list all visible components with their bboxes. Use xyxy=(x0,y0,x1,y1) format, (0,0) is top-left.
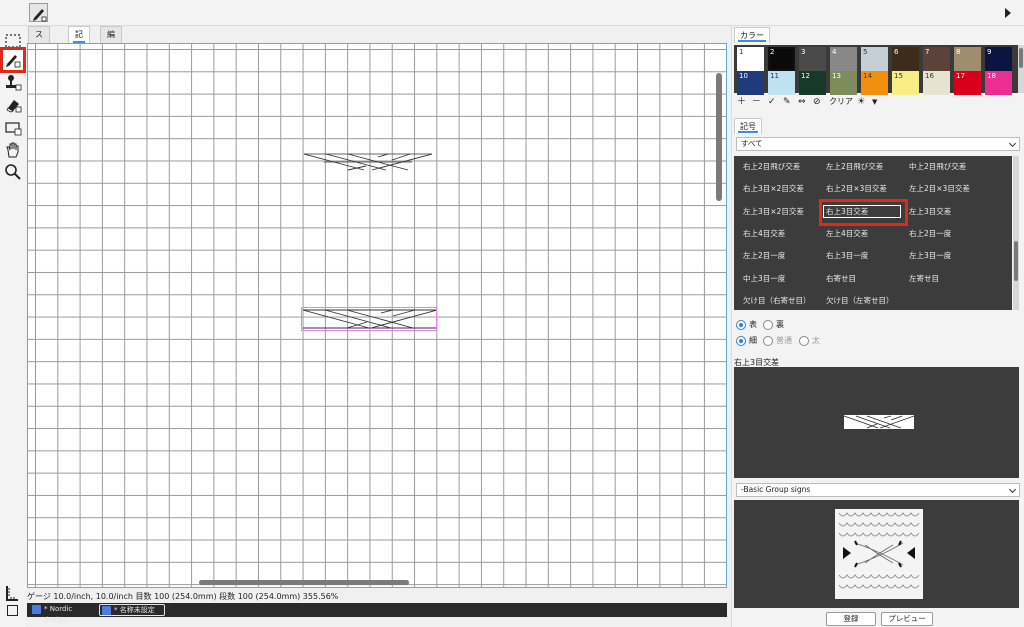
collapse-arrow-icon[interactable] xyxy=(1005,8,1011,18)
symbol-list-item[interactable]: 欠け目（左寄せ目） xyxy=(826,295,894,306)
palette-scrollbar[interactable] xyxy=(1018,45,1024,93)
color-swatch[interactable]: 9 xyxy=(985,47,1012,71)
selected-symbol-highlight xyxy=(819,199,908,226)
color-swatch[interactable]: 13 xyxy=(830,71,857,95)
color-swatch[interactable]: 18 xyxy=(985,71,1012,95)
color-swatch[interactable]: 8 xyxy=(954,47,981,71)
color-swatch[interactable]: 12 xyxy=(799,71,826,95)
radio-face-back[interactable] xyxy=(763,320,773,330)
swap-arrows-icon[interactable]: ⇔ xyxy=(798,96,806,108)
stamp-tool-icon[interactable] xyxy=(3,73,23,93)
chevron-down-icon xyxy=(1008,139,1017,148)
symbol-list-item[interactable]: 左上4目交差 xyxy=(826,228,868,239)
zoom-search-icon[interactable] xyxy=(3,162,23,182)
symbol-list-item[interactable]: 左寄せ目 xyxy=(909,273,939,284)
symbol-list-item[interactable]: 左上2目一度 xyxy=(743,250,785,261)
rectangle-select-icon[interactable] xyxy=(3,31,23,51)
tab-symbol[interactable]: 記号 xyxy=(68,26,90,55)
face-radio-group: 表 裏 xyxy=(736,319,836,331)
document-tab-untitled[interactable]: * 名称未設定 xyxy=(99,604,165,616)
canvas-vertical-scrollbar[interactable] xyxy=(716,73,722,201)
gauge-ruler-icon[interactable] xyxy=(5,585,19,601)
color-swatch[interactable]: 2 xyxy=(768,47,795,71)
color-swatch[interactable]: 3 xyxy=(799,47,826,71)
symbol-list-item[interactable]: 左上2目飛び交差 xyxy=(826,161,883,172)
symbol-list: 右上2目飛び交差 左上2目飛び交差 中上2目飛び交差右上3目×2目交差 右上2目×3目… xyxy=(734,156,1012,310)
canvas-horizontal-scrollbar[interactable] xyxy=(199,580,409,585)
symbol-list-item[interactable]: 右寄せ目 xyxy=(826,273,856,284)
frame-square-icon[interactable] xyxy=(7,605,18,616)
chevron-down-icon xyxy=(1008,485,1017,494)
document-tabs: * Nordic design... * 名称未設定 xyxy=(27,603,727,624)
radio-width-thin[interactable] xyxy=(736,336,746,346)
remove-color-icon[interactable]: － xyxy=(752,96,761,108)
symbol-list-item[interactable]: 左上3目一度 xyxy=(909,250,951,261)
symbol-list-item[interactable]: 右上4目交差 xyxy=(743,228,785,239)
brightness-icon[interactable]: ☀ xyxy=(857,96,865,108)
color-swatch[interactable]: 16 xyxy=(923,71,950,95)
tool-palette xyxy=(0,26,26,627)
fill-area-tool-icon[interactable] xyxy=(3,118,23,138)
document-icon xyxy=(32,605,41,614)
tab-symbol-list[interactable]: 記号 xyxy=(734,118,762,134)
symbol-preview xyxy=(734,367,1019,478)
tab-knitted[interactable]: 編み上げ xyxy=(100,26,122,87)
eraser-tool-icon[interactable] xyxy=(3,95,23,115)
status-bar: ゲージ 10.0/inch, 10.0/inch 目数 100 (254.0mm… xyxy=(27,592,339,601)
knitted-preview xyxy=(734,500,1019,608)
preview-button[interactable]: プレビュー xyxy=(881,612,933,626)
tab-color[interactable]: カラー xyxy=(734,27,770,43)
symbol-list-scrollbar[interactable] xyxy=(1013,156,1019,310)
color-swatch[interactable]: 11 xyxy=(768,71,795,95)
pencil-tool-icon[interactable] xyxy=(0,47,26,73)
symbol-list-item[interactable]: 右上3目一度 xyxy=(826,250,868,261)
radio-width-thick[interactable] xyxy=(799,336,809,346)
color-palette: 1 2 3 4 5 6 7 8 9 10 11 12 13 14 15 16 17 18 xyxy=(734,45,1018,95)
knitted-stitch-image xyxy=(835,509,923,599)
symbol-list-item[interactable]: 右上3目×2目交差 xyxy=(743,183,804,194)
symbol-list-item[interactable]: 左上2目×3目交差 xyxy=(909,183,970,194)
placed-symbol-selection[interactable] xyxy=(301,307,437,331)
radio-width-normal[interactable] xyxy=(763,336,773,346)
symbol-group-select[interactable]: -Basic Group signs xyxy=(736,483,1020,497)
symbol-list-item[interactable]: 中上2目飛び交差 xyxy=(909,161,966,172)
top-toolbar xyxy=(0,0,1024,26)
symbol-list-item[interactable]: 欠け目（右寄せ目） xyxy=(743,295,811,306)
color-swatch[interactable]: 17 xyxy=(954,71,981,95)
check-icon[interactable]: ✓ xyxy=(768,96,776,108)
symbol-list-item[interactable]: 右上2目一度 xyxy=(909,228,951,239)
document-tab-nordic[interactable]: * Nordic design... xyxy=(30,604,98,624)
register-button[interactable]: 登録 xyxy=(826,612,876,626)
document-icon xyxy=(102,606,111,615)
cable-symbol-preview xyxy=(304,153,432,171)
color-swatch[interactable]: 15 xyxy=(892,71,919,95)
color-swatch[interactable]: 5 xyxy=(861,47,888,71)
hand-tool-icon[interactable] xyxy=(3,140,23,160)
color-swatch[interactable]: 4 xyxy=(830,47,857,71)
line-width-radio-group: 細 普通 太 xyxy=(736,335,856,347)
add-color-icon[interactable]: ＋ xyxy=(737,96,746,108)
edit-pencil-icon[interactable]: ✎ xyxy=(783,96,791,108)
clear-button[interactable]: クリア xyxy=(829,96,853,108)
symbol-list-item[interactable]: 左上3目交差 xyxy=(909,206,951,217)
color-swatch[interactable]: 1 xyxy=(737,47,764,71)
color-swatch[interactable]: 6 xyxy=(892,47,919,71)
symbol-list-item[interactable]: 右上2目×3目交差 xyxy=(826,183,887,194)
options-chevron-down-icon[interactable]: ▼ xyxy=(872,96,877,108)
color-swatch[interactable]: 14 xyxy=(861,71,888,95)
current-tool-pencil-icon[interactable] xyxy=(29,3,48,22)
color-swatch[interactable]: 10 xyxy=(737,71,764,95)
symbol-list-item[interactable]: 中上3目一度 xyxy=(743,273,785,284)
symbol-list-item[interactable]: 右上2目飛び交差 xyxy=(743,161,800,172)
radio-face-front[interactable] xyxy=(736,320,746,330)
tab-stitch[interactable]: ステッチ xyxy=(28,26,50,87)
cable-symbol-preview-small xyxy=(844,415,914,429)
color-swatch[interactable]: 7 xyxy=(923,47,950,71)
symbol-category-select[interactable]: すべて xyxy=(736,137,1020,151)
no-color-icon[interactable]: ⊘ xyxy=(813,96,821,108)
symbol-list-item[interactable]: 左上3目×2目交差 xyxy=(743,206,804,217)
